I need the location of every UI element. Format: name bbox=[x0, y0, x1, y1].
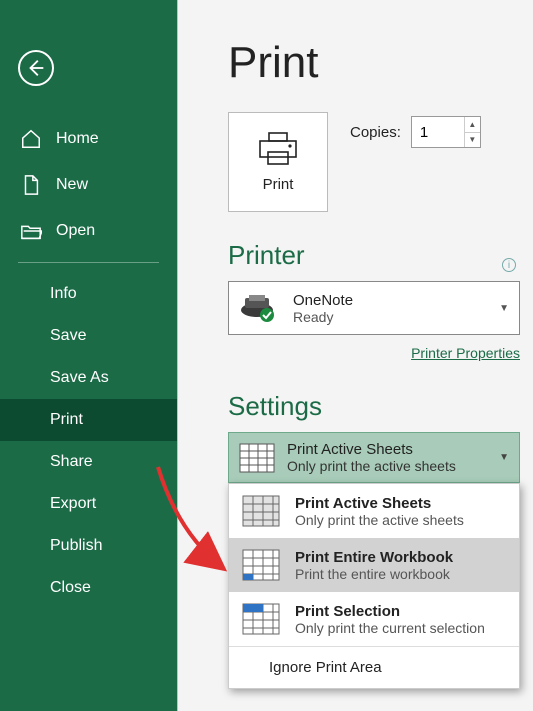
sidebar-item-label: Open bbox=[56, 222, 95, 240]
sidebar-item-label: Publish bbox=[50, 537, 102, 555]
sidebar-item-new[interactable]: New bbox=[0, 162, 177, 208]
print-what-title: Print Active Sheets bbox=[287, 441, 487, 458]
spinner-up-button[interactable]: ▲ bbox=[465, 117, 480, 133]
sidebar-item-label: Share bbox=[50, 453, 93, 471]
printer-icon bbox=[257, 132, 299, 166]
sidebar-item-open[interactable]: Open bbox=[0, 208, 177, 254]
sidebar-item-label: Close bbox=[50, 579, 91, 597]
print-what-dropdown[interactable]: Print Active Sheets Only print the activ… bbox=[228, 432, 520, 483]
copies-control: Copies: 1 ▲ ▼ bbox=[350, 116, 481, 148]
printer-heading: Printer bbox=[228, 240, 520, 271]
chevron-down-icon: ▼ bbox=[499, 452, 509, 463]
printer-status: Ready bbox=[293, 309, 485, 325]
file-icon bbox=[20, 174, 42, 196]
spinner-down-button[interactable]: ▼ bbox=[465, 133, 480, 148]
menu-item-ignore-print-area[interactable]: Ignore Print Area bbox=[229, 647, 519, 688]
sidebar-item-label: Save bbox=[50, 327, 86, 345]
printer-info-button[interactable]: i bbox=[502, 258, 516, 272]
copies-value: 1 bbox=[412, 124, 464, 141]
sidebar-item-label: Export bbox=[50, 495, 96, 513]
menu-item-subtitle: Print the entire workbook bbox=[295, 566, 453, 582]
sidebar-item-home[interactable]: Home bbox=[0, 116, 177, 162]
sidebar-item-label: Print bbox=[50, 411, 83, 429]
sidebar-item-save-as[interactable]: Save As bbox=[0, 357, 177, 399]
workbook-icon bbox=[241, 548, 281, 582]
page-title: Print bbox=[228, 38, 520, 88]
menu-item-title: Print Entire Workbook bbox=[295, 549, 453, 566]
print-panel: Print Print Copies: 1 ▲ ▼ i Printer bbox=[177, 0, 533, 711]
sidebar-item-save[interactable]: Save bbox=[0, 315, 177, 357]
menu-item-subtitle: Only print the current selection bbox=[295, 620, 485, 636]
printer-ready-icon bbox=[239, 293, 279, 323]
sidebar-item-close[interactable]: Close bbox=[0, 567, 177, 609]
print-button[interactable]: Print bbox=[228, 112, 328, 212]
sidebar-item-info[interactable]: Info bbox=[0, 273, 177, 315]
copies-spinner[interactable]: 1 ▲ ▼ bbox=[411, 116, 481, 148]
menu-item-title: Print Selection bbox=[295, 603, 485, 620]
folder-open-icon bbox=[20, 220, 42, 242]
backstage-sidebar: Home New Open Info Save Save As Print Sh… bbox=[0, 0, 177, 711]
sidebar-item-share[interactable]: Share bbox=[0, 441, 177, 483]
menu-item-print-selection[interactable]: Print Selection Only print the current s… bbox=[229, 592, 519, 646]
selection-icon bbox=[241, 602, 281, 636]
printer-properties-link[interactable]: Printer Properties bbox=[411, 345, 520, 361]
sidebar-item-label: Home bbox=[56, 130, 99, 148]
menu-item-subtitle: Only print the active sheets bbox=[295, 512, 464, 528]
chevron-down-icon: ▼ bbox=[499, 303, 509, 314]
arrow-left-icon bbox=[25, 57, 47, 79]
sidebar-item-publish[interactable]: Publish bbox=[0, 525, 177, 567]
printer-dropdown[interactable]: OneNote Ready ▼ bbox=[228, 281, 520, 335]
sidebar-item-export[interactable]: Export bbox=[0, 483, 177, 525]
sidebar-item-label: Save As bbox=[50, 369, 109, 387]
print-button-label: Print bbox=[263, 176, 294, 193]
menu-item-print-active-sheets[interactable]: Print Active Sheets Only print the activ… bbox=[229, 484, 519, 538]
sidebar-item-label: New bbox=[56, 176, 88, 194]
sidebar-item-label: Info bbox=[50, 285, 77, 303]
sidebar-divider bbox=[18, 262, 159, 263]
print-what-menu: Print Active Sheets Only print the activ… bbox=[228, 483, 520, 689]
sidebar-item-print[interactable]: Print bbox=[0, 399, 177, 441]
print-what-subtitle: Only print the active sheets bbox=[287, 458, 487, 474]
home-icon bbox=[20, 128, 42, 150]
spinner-buttons: ▲ ▼ bbox=[464, 117, 480, 147]
menu-item-title: Print Active Sheets bbox=[295, 495, 464, 512]
settings-heading: Settings bbox=[228, 391, 520, 422]
worksheet-icon bbox=[239, 443, 275, 473]
printer-name: OneNote bbox=[293, 292, 485, 309]
copies-label: Copies: bbox=[350, 124, 401, 141]
worksheet-icon bbox=[241, 494, 281, 528]
back-button[interactable] bbox=[18, 50, 54, 86]
menu-item-print-entire-workbook[interactable]: Print Entire Workbook Print the entire w… bbox=[229, 538, 519, 592]
